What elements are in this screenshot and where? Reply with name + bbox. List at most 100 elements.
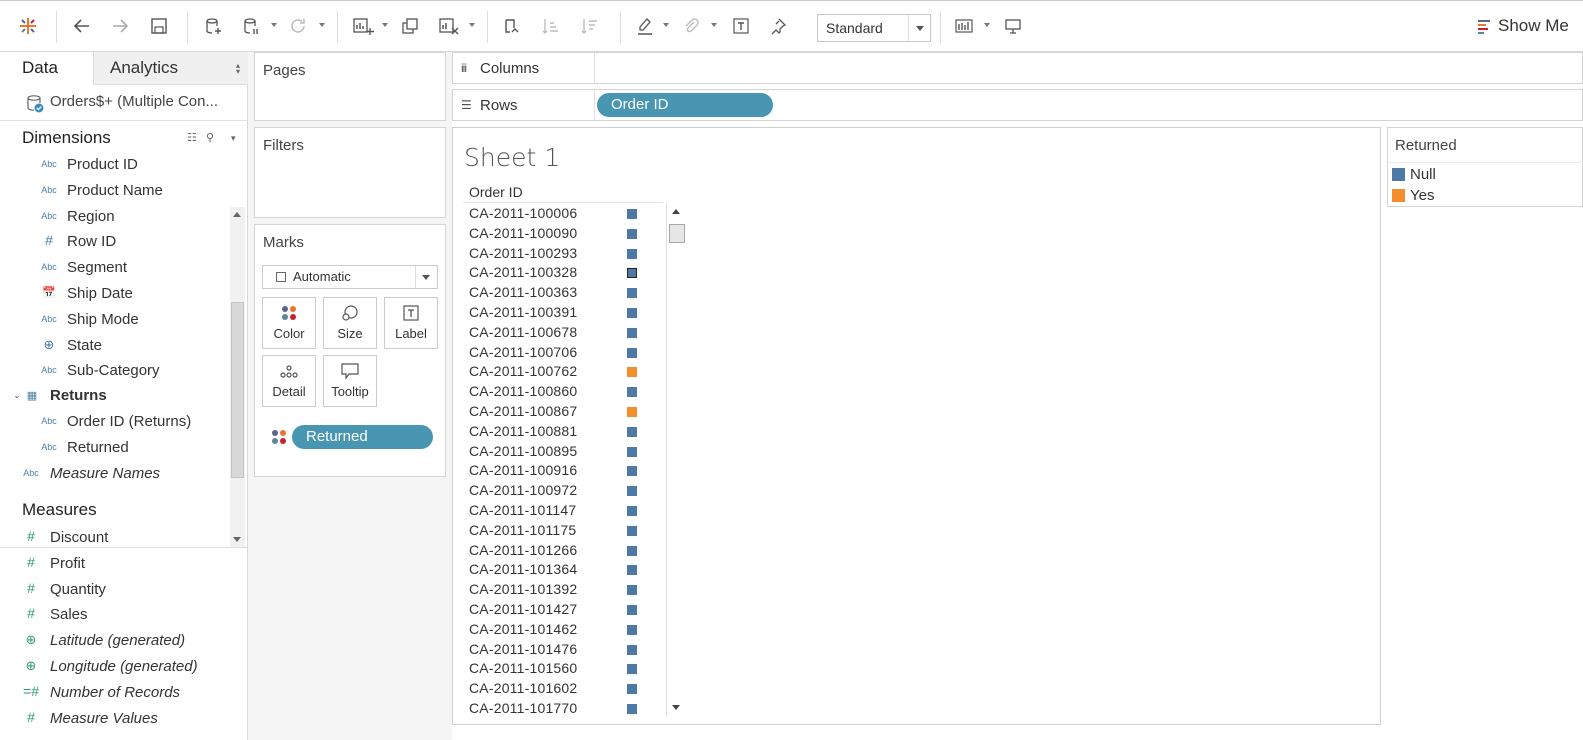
field-item[interactable]: =# Number of Records xyxy=(0,681,230,706)
fix-axes-pin-icon[interactable] xyxy=(766,14,790,38)
field-item[interactable]: Abc Product ID xyxy=(0,153,230,178)
show-me-button[interactable]: Show Me xyxy=(1478,16,1569,36)
table-row[interactable]: CA-2011-101266 xyxy=(463,541,663,561)
show-mark-labels-icon[interactable] xyxy=(729,14,753,38)
square-mark[interactable] xyxy=(627,624,637,635)
table-row[interactable]: CA-2011-100328 xyxy=(463,263,663,283)
clear-sheet-icon[interactable] xyxy=(437,14,461,38)
field-item[interactable]: # Measure Values xyxy=(0,707,230,732)
scroll-up-icon[interactable] xyxy=(672,209,680,214)
square-mark[interactable] xyxy=(627,525,637,536)
table-row[interactable]: CA-2011-100706 xyxy=(463,343,663,363)
table-row[interactable]: CA-2011-100916 xyxy=(463,461,663,481)
scrollbar-thumb[interactable] xyxy=(669,224,685,243)
dropdown-caret-icon[interactable] xyxy=(711,23,717,27)
scrollbar-thumb[interactable] xyxy=(231,302,244,478)
field-item[interactable]: # Sales xyxy=(0,603,230,628)
tab-analytics[interactable]: Analytics ▴ ▾ xyxy=(93,52,248,85)
table-row[interactable]: CA-2011-100678 xyxy=(463,323,663,343)
square-mark[interactable] xyxy=(627,209,637,219)
redo-icon[interactable] xyxy=(108,14,132,38)
legend-item[interactable]: Yes xyxy=(1392,186,1582,206)
square-mark[interactable] xyxy=(627,565,637,576)
fit-select[interactable]: Standard xyxy=(817,14,931,42)
color-button[interactable]: Color xyxy=(262,297,316,349)
table-row[interactable]: CA-2011-100860 xyxy=(463,382,663,402)
mark-type-select[interactable]: Automatic xyxy=(262,265,438,289)
undo-icon[interactable] xyxy=(70,14,94,38)
square-mark[interactable] xyxy=(627,644,637,655)
sheet-title[interactable]: Sheet 1 xyxy=(464,143,560,172)
table-row[interactable]: CA-2011-100006 xyxy=(463,204,663,224)
group-members-icon[interactable] xyxy=(679,14,703,38)
table-row[interactable]: CA-2011-100895 xyxy=(463,442,663,462)
scroll-down-icon[interactable] xyxy=(672,705,680,710)
table-row[interactable]: CA-2011-100881 xyxy=(463,422,663,442)
refresh-icon[interactable] xyxy=(286,14,310,38)
dropdown-caret-icon[interactable] xyxy=(663,23,669,27)
square-mark[interactable] xyxy=(627,268,637,279)
field-item[interactable]: Abc Ship Mode xyxy=(0,308,230,333)
sort-ascending-icon[interactable] xyxy=(539,14,563,38)
square-mark[interactable] xyxy=(627,387,637,398)
table-row[interactable]: CA-2011-100762 xyxy=(463,362,663,382)
data-pane-scrollbar[interactable] xyxy=(230,207,245,547)
filters-card[interactable]: Filters xyxy=(254,127,446,218)
field-item[interactable]: 📅 Ship Date xyxy=(0,282,230,307)
view-as-list-icon[interactable]: ☷ xyxy=(187,131,197,144)
tab-data[interactable]: Data xyxy=(0,52,93,85)
table-row[interactable]: CA-2011-100363 xyxy=(463,283,663,303)
columns-shelf[interactable]: iii Columns xyxy=(452,52,1583,84)
dropdown-caret-icon[interactable] xyxy=(984,23,990,27)
legend-item[interactable]: Null xyxy=(1392,165,1582,185)
square-mark[interactable] xyxy=(627,506,637,516)
table-row[interactable]: CA-2011-100391 xyxy=(463,303,663,323)
menu-dropdown-icon[interactable]: ▾ xyxy=(231,133,236,144)
table-row[interactable]: CA-2011-101175 xyxy=(463,521,663,541)
table-row[interactable]: CA-2011-101427 xyxy=(463,600,663,620)
table-row[interactable]: CA-2011-100867 xyxy=(463,402,663,422)
square-mark[interactable] xyxy=(627,664,637,675)
square-mark[interactable] xyxy=(627,704,637,714)
square-mark[interactable] xyxy=(627,684,637,695)
square-mark[interactable] xyxy=(627,367,637,378)
dropdown-caret-icon[interactable] xyxy=(469,23,475,27)
worksheet-view[interactable]: Sheet 1 Order ID CA-2011-100006 CA-2011-1… xyxy=(452,127,1381,725)
legend-title[interactable]: Returned xyxy=(1395,137,1457,154)
field-item[interactable]: Abc Returned xyxy=(0,436,230,461)
detail-button[interactable]: Detail xyxy=(262,355,316,407)
order-id-column-header[interactable]: Order ID xyxy=(469,184,523,200)
dropdown-caret-icon[interactable] xyxy=(271,23,277,27)
highlight-icon[interactable] xyxy=(633,14,657,38)
field-item[interactable]: # Profit xyxy=(0,552,230,577)
field-item[interactable]: Abc Order ID (Returns) xyxy=(0,410,230,435)
square-mark[interactable] xyxy=(627,585,637,596)
pages-card[interactable]: Pages xyxy=(254,52,446,121)
square-mark[interactable] xyxy=(627,347,637,358)
table-row[interactable]: CA-2011-101392 xyxy=(463,580,663,600)
square-mark[interactable] xyxy=(627,545,637,556)
new-datasource-icon[interactable] xyxy=(201,14,225,38)
returned-color-pill[interactable]: Returned xyxy=(292,425,433,449)
scroll-down-icon[interactable] xyxy=(233,537,241,542)
table-row[interactable]: CA-2011-101770 xyxy=(463,699,663,718)
presentation-mode-icon[interactable] xyxy=(1001,14,1025,38)
save-icon[interactable] xyxy=(147,14,171,38)
table-row[interactable]: CA-2011-101602 xyxy=(463,679,663,699)
table-row[interactable]: CA-2011-100972 xyxy=(463,481,663,501)
field-item[interactable]: Abc Segment xyxy=(0,256,230,281)
dropdown-caret-icon[interactable] xyxy=(319,23,325,27)
square-mark[interactable] xyxy=(627,605,637,615)
tableau-logo-icon[interactable] xyxy=(16,14,40,38)
table-row[interactable]: CA-2011-101147 xyxy=(463,501,663,521)
square-mark[interactable] xyxy=(627,426,637,437)
field-item[interactable]: # Row ID xyxy=(0,230,230,255)
group-returns[interactable]: ⌄ ▦ Returns xyxy=(0,384,230,409)
field-item[interactable]: # Quantity xyxy=(0,578,230,603)
square-mark[interactable] xyxy=(627,407,637,417)
square-mark[interactable] xyxy=(627,327,637,338)
datasource-item[interactable]: Orders$+ (Multiple Con... xyxy=(0,85,248,121)
size-button[interactable]: Size xyxy=(323,297,377,349)
new-worksheet-icon[interactable] xyxy=(351,14,375,38)
field-item[interactable]: Abc Sub-Category xyxy=(0,359,230,384)
